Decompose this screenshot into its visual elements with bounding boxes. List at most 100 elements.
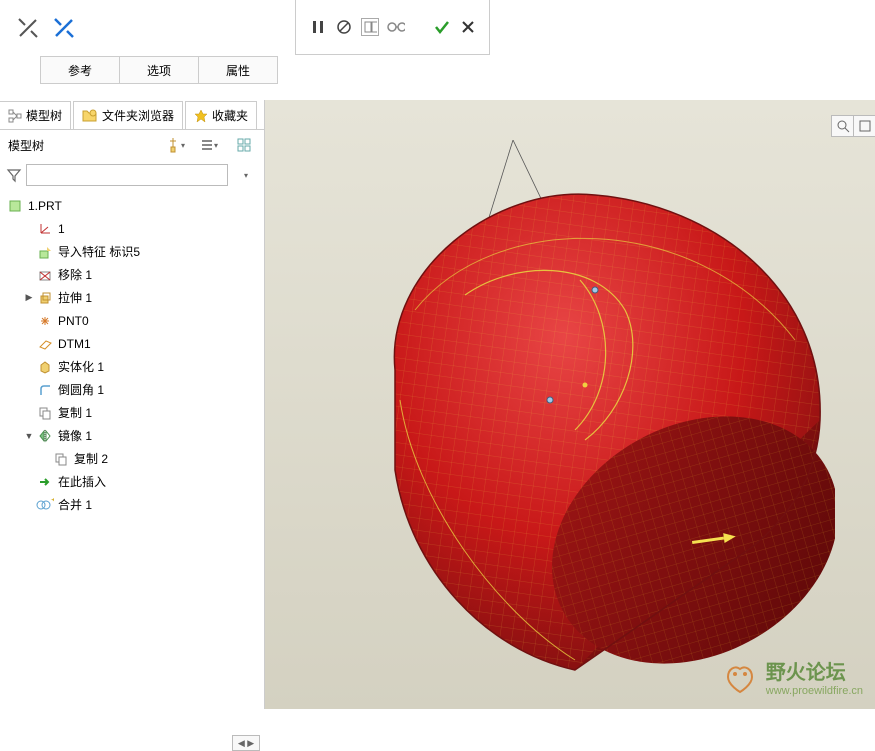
node-label: 导入特征 标识5 — [58, 243, 140, 260]
expander — [38, 452, 52, 466]
expander — [22, 498, 36, 512]
glasses-icon[interactable] — [387, 18, 405, 36]
expander-collapsed[interactable]: ▶ — [22, 291, 36, 305]
copy-icon — [52, 450, 70, 468]
panel-tabs: 模型树 文件夹浏览器 收藏夹 — [0, 100, 264, 130]
node-label: 复制 1 — [58, 404, 92, 421]
watermark-title: 野火论坛 — [766, 656, 863, 685]
node-label: PNT0 — [58, 314, 89, 328]
mirror-icon — [36, 427, 54, 445]
node-label: 拉伸 1 — [58, 289, 92, 306]
round-icon — [36, 381, 54, 399]
show-dropdown[interactable]: ▾ — [196, 134, 222, 156]
model-tree: 1.PRT 1 导入特征 标识5 移除 1 ▶ 拉伸 1 PNT0 — [0, 190, 264, 520]
node-label: 复制 2 — [74, 450, 108, 467]
expander — [22, 337, 36, 351]
node-label: 镜像 1 — [58, 427, 92, 444]
refit-icon[interactable] — [853, 115, 875, 137]
settings-dropdown[interactable] — [230, 134, 256, 156]
copy-icon — [36, 404, 54, 422]
tree-node-copy1[interactable]: 复制 1 — [0, 401, 264, 424]
watermark-logo-icon — [720, 657, 760, 697]
panel-toggle[interactable]: ◀ ▶ — [232, 735, 260, 751]
tree-root[interactable]: 1.PRT — [0, 194, 264, 217]
node-label: 1.PRT — [28, 199, 62, 213]
zoom-fit-icon[interactable] — [831, 115, 853, 137]
tools-dropdown[interactable]: ▾ — [162, 134, 188, 156]
graphics-viewport[interactable]: 野火论坛 www.proewildfire.cn — [265, 100, 875, 709]
tab-favorites[interactable]: 收藏夹 — [185, 101, 257, 129]
model-geometry — [315, 140, 835, 700]
expander — [22, 222, 36, 236]
node-label: 实体化 1 — [58, 358, 104, 375]
no-entry-icon[interactable] — [335, 18, 353, 36]
watermark-url: www.proewildfire.cn — [766, 685, 863, 697]
viewport-controls — [831, 115, 875, 137]
node-label: DTM1 — [58, 337, 91, 351]
svg-text:✦: ✦ — [50, 498, 54, 507]
feature-tabs: 参考 选项 属性 — [0, 55, 875, 85]
tree-node-extrude[interactable]: ▶ 拉伸 1 — [0, 286, 264, 309]
node-label: 合并 1 — [58, 496, 92, 513]
tree-header: 模型树 ▾ ▾ — [0, 130, 264, 160]
filter-icon[interactable] — [6, 167, 22, 183]
tab-options[interactable]: 选项 — [119, 56, 199, 84]
preview-icon[interactable] — [361, 18, 379, 36]
tree-node-remove[interactable]: 移除 1 — [0, 263, 264, 286]
star-icon — [194, 109, 208, 123]
left-panel: 模型树 文件夹浏览器 收藏夹 模型树 ▾ ▾ ▾ 1.PRT — [0, 100, 265, 709]
tree-node-merge[interactable]: ✦ 合并 1 — [0, 493, 264, 516]
accept-icon[interactable] — [433, 18, 451, 36]
tree-node-import[interactable]: 导入特征 标识5 — [0, 240, 264, 263]
tab-label: 参考 — [68, 62, 92, 79]
sketch-tool-group — [0, 0, 295, 55]
tree-node-datum[interactable]: DTM1 — [0, 332, 264, 355]
tab-file-browser[interactable]: 文件夹浏览器 — [73, 101, 183, 129]
tab-label: 收藏夹 — [212, 107, 248, 124]
tree-node-insert-here[interactable]: 在此插入 — [0, 470, 264, 493]
feature-control-strip — [295, 0, 490, 55]
cancel-icon[interactable] — [459, 18, 477, 36]
tab-attributes[interactable]: 属性 — [198, 56, 278, 84]
insert-icon — [36, 473, 54, 491]
node-label: 倒圆角 1 — [58, 381, 104, 398]
tab-model-tree[interactable]: 模型树 — [0, 101, 71, 129]
tab-label: 选项 — [147, 62, 171, 79]
tree-icon — [8, 109, 22, 123]
tree-node-mirror[interactable]: ▼ 镜像 1 — [0, 424, 264, 447]
expander — [22, 360, 36, 374]
trim-icon[interactable] — [15, 15, 41, 41]
expander-expanded[interactable]: ▼ — [22, 429, 36, 443]
point-icon — [36, 312, 54, 330]
tab-label: 文件夹浏览器 — [102, 107, 174, 124]
node-label: 移除 1 — [58, 266, 92, 283]
datum-icon — [36, 335, 54, 353]
tab-label: 模型树 — [26, 107, 62, 124]
expander — [22, 314, 36, 328]
tree-node-round[interactable]: 倒圆角 1 — [0, 378, 264, 401]
tree-node-csys[interactable]: 1 — [0, 217, 264, 240]
expander — [22, 245, 36, 259]
node-label: 1 — [58, 222, 65, 236]
filter-dropdown[interactable]: ▾ — [232, 164, 258, 186]
tree-node-copy2[interactable]: 复制 2 — [0, 447, 264, 470]
filter-input[interactable] — [26, 164, 228, 186]
filter-row: ▾ — [0, 160, 264, 190]
watermark: 野火论坛 www.proewildfire.cn — [720, 656, 863, 697]
tree-node-solidify[interactable]: 实体化 1 — [0, 355, 264, 378]
folder-icon — [82, 109, 98, 123]
tab-label: 属性 — [226, 62, 250, 79]
import-icon — [36, 243, 54, 261]
csys-icon — [36, 220, 54, 238]
expander — [22, 475, 36, 489]
tree-node-point[interactable]: PNT0 — [0, 309, 264, 332]
extrude-icon — [36, 289, 54, 307]
node-label: 在此插入 — [58, 473, 106, 490]
part-icon — [6, 197, 24, 215]
tab-reference[interactable]: 参考 — [40, 56, 120, 84]
pause-icon[interactable] — [309, 18, 327, 36]
extend-icon[interactable] — [51, 15, 77, 41]
expander — [22, 406, 36, 420]
tree-title: 模型树 — [8, 137, 154, 154]
solidify-icon — [36, 358, 54, 376]
